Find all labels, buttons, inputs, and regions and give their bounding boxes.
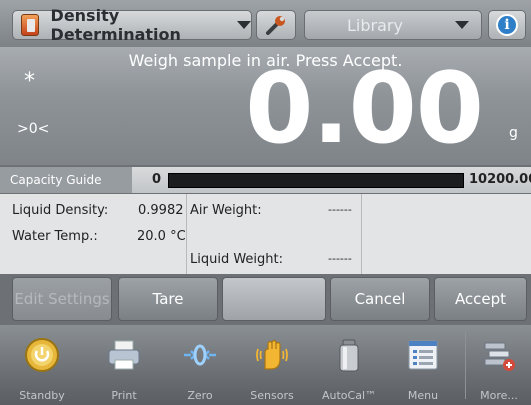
- cancel-button[interactable]: Cancel: [330, 277, 430, 321]
- weight-reading: 0.00: [245, 52, 484, 166]
- nav-label: Print: [111, 389, 137, 402]
- zero-icon: [184, 344, 216, 366]
- nav-label: Sensors: [250, 389, 294, 402]
- bottom-nav-bar: Standby Print Zero Sensors AutoCal™ Menu…: [0, 325, 531, 405]
- weighing-display: Weigh sample in air. Press Accept. * >0<…: [0, 47, 531, 165]
- action-bar: Edit Settings Tare Cancel Accept: [0, 275, 531, 324]
- printer-icon: [108, 340, 140, 370]
- top-bar: Density Determination Library i: [0, 0, 531, 47]
- nav-print[interactable]: Print: [94, 325, 154, 405]
- panel-divider: [361, 194, 362, 274]
- stability-indicator: *: [24, 69, 35, 94]
- blank-button: [222, 277, 326, 321]
- info-panel: Liquid Density: 0.9982 Water Temp.: 20.0…: [0, 194, 531, 274]
- liquid-density-label: Liquid Density:: [12, 203, 109, 218]
- standby-icon: [25, 338, 59, 372]
- library-selector[interactable]: Library: [304, 10, 482, 40]
- nav-label: Menu: [407, 389, 439, 402]
- nav-standby[interactable]: Standby: [12, 325, 72, 405]
- nav-label: Zero: [187, 389, 213, 402]
- weight-unit[interactable]: g: [509, 125, 518, 141]
- capacity-bar: [168, 173, 464, 188]
- menu-list-icon: [408, 340, 438, 370]
- water-temp-label: Water Temp.:: [12, 229, 98, 244]
- hand-sensor-icon: [256, 339, 288, 370]
- chevron-down-icon: [455, 21, 469, 29]
- chevron-down-icon: [237, 21, 251, 29]
- air-weight-label: Air Weight:: [190, 203, 262, 218]
- calibration-weight-icon: [339, 339, 359, 372]
- info-icon: i: [496, 14, 518, 36]
- info-button[interactable]: i: [488, 10, 526, 40]
- density-app-icon: [21, 14, 39, 36]
- tare-button[interactable]: Tare: [118, 277, 218, 321]
- library-label: Library: [347, 15, 403, 35]
- capacity-min: 0: [152, 172, 162, 187]
- accept-button[interactable]: Accept: [434, 277, 527, 321]
- application-selector[interactable]: Density Determination: [12, 6, 252, 44]
- capacity-max: 10200.00: [469, 172, 531, 187]
- nav-label: More...: [480, 389, 518, 402]
- more-icon: [484, 342, 515, 371]
- nav-label: Standby: [19, 389, 65, 402]
- nav-sensors[interactable]: Sensors: [242, 325, 302, 405]
- liquid-weight-label: Liquid Weight:: [190, 252, 284, 267]
- liquid-density-value: 0.9982: [138, 203, 184, 218]
- edit-settings-button[interactable]: Edit Settings: [12, 277, 112, 321]
- liquid-weight-value: ------: [328, 252, 352, 265]
- nav-label: AutoCal™: [321, 389, 377, 402]
- capacity-guide: Capacity Guide 0 10200.00: [0, 167, 531, 193]
- center-of-zero-indicator: >0<: [17, 121, 50, 137]
- nav-menu[interactable]: Menu: [393, 325, 453, 405]
- nav-zero[interactable]: Zero: [170, 325, 230, 405]
- settings-button[interactable]: [256, 10, 296, 40]
- panel-divider: [186, 194, 187, 274]
- air-weight-value: ------: [328, 203, 352, 216]
- nav-separator: [465, 331, 466, 399]
- nav-more[interactable]: More...: [470, 325, 528, 405]
- wrench-icon: [266, 16, 285, 35]
- water-temp-value: 20.0 °C: [137, 229, 186, 244]
- capacity-guide-label: Capacity Guide: [0, 167, 132, 193]
- nav-autocal[interactable]: AutoCal™: [316, 325, 382, 405]
- application-label: Density Determination: [50, 6, 181, 44]
